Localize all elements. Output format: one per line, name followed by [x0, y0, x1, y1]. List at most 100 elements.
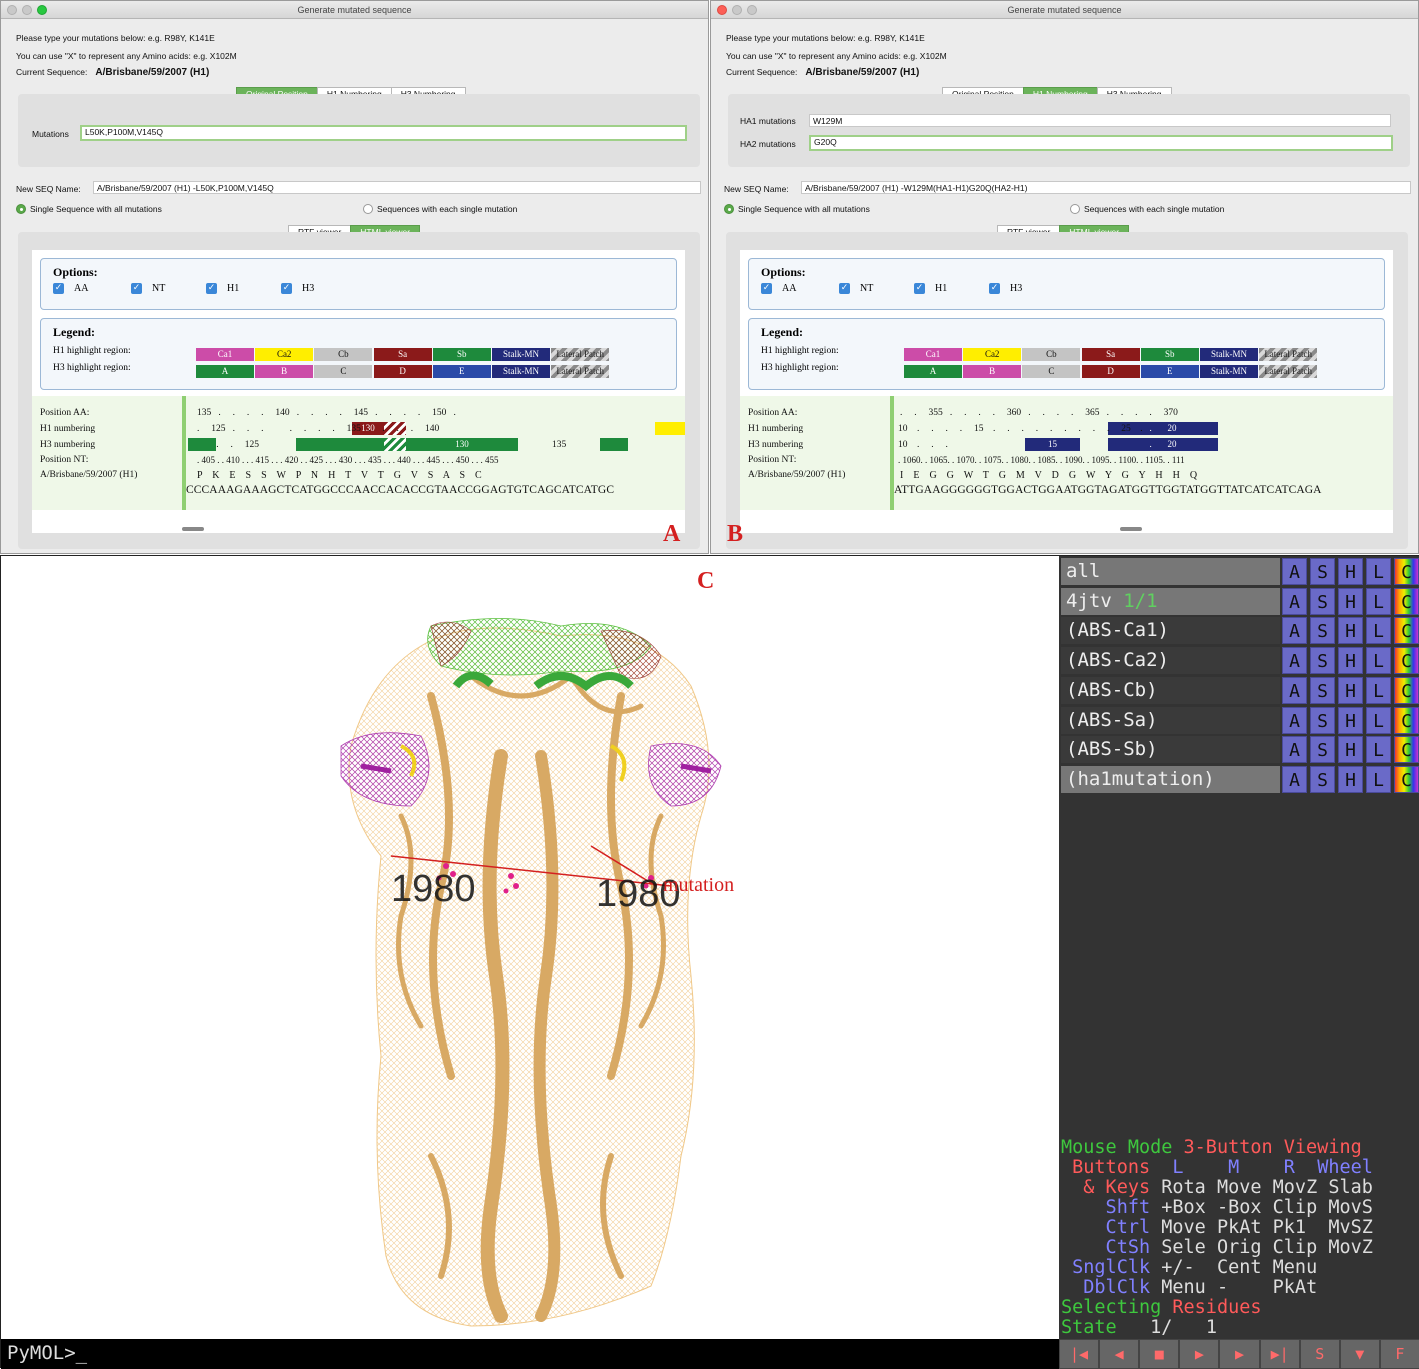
object-button-c[interactable]: C	[1394, 617, 1419, 645]
option-nt[interactable]: ✓ NT	[131, 283, 165, 294]
object-row[interactable]: (ABS-Sb) ASHLC	[1061, 736, 1419, 764]
object-button-c[interactable]: C	[1394, 765, 1419, 793]
legend-swatch-stalk-mn: Stalk-MN	[492, 348, 550, 361]
object-button-s[interactable]: S	[1310, 617, 1335, 645]
object-button-h[interactable]: H	[1338, 558, 1363, 585]
object-button-a[interactable]: A	[1282, 587, 1307, 615]
playback-button-8[interactable]: F	[1379, 1339, 1419, 1369]
object-button-s[interactable]: S	[1310, 558, 1335, 585]
object-button-h[interactable]: H	[1338, 617, 1363, 645]
h3-numbering-row: . . 125	[202, 440, 259, 450]
ha1-mutations-label: HA1 mutations	[740, 116, 796, 126]
object-button-l[interactable]: L	[1366, 558, 1391, 585]
object-name[interactable]: (ABS-Ca2)	[1061, 647, 1280, 675]
object-button-h[interactable]: H	[1338, 706, 1363, 734]
radio-single-sequence[interactable]: Single Sequence with all mutations	[724, 204, 870, 214]
radio-each-mutation[interactable]: Sequences with each single mutation	[363, 204, 517, 214]
object-button-h[interactable]: H	[1338, 587, 1363, 615]
ha2-mutations-input[interactable]: G20Q	[809, 135, 1393, 151]
playback-button-5[interactable]: ▶|	[1259, 1339, 1300, 1369]
object-name[interactable]: (ABS-Sa)	[1061, 706, 1280, 734]
object-button-l[interactable]: L	[1366, 647, 1391, 675]
option-aa[interactable]: ✓ AA	[53, 283, 88, 294]
object-button-l[interactable]: L	[1366, 765, 1391, 793]
object-row[interactable]: (ABS-Ca1) ASHLC	[1061, 617, 1419, 645]
object-button-l[interactable]: L	[1366, 736, 1391, 764]
object-name[interactable]: (ABS-Ca1)	[1061, 617, 1280, 645]
object-button-c[interactable]: C	[1394, 706, 1419, 734]
object-button-a[interactable]: A	[1282, 676, 1307, 704]
object-button-l[interactable]: L	[1366, 676, 1391, 704]
object-button-a[interactable]: A	[1282, 736, 1307, 764]
radio-single-sequence[interactable]: Single Sequence with all mutations	[16, 204, 162, 214]
playback-button-2[interactable]: ■	[1139, 1339, 1180, 1369]
playback-button-6[interactable]: S	[1299, 1339, 1340, 1369]
object-button-s[interactable]: S	[1310, 736, 1335, 764]
object-button-s[interactable]: S	[1310, 676, 1335, 704]
object-name[interactable]: 4jtv 1/1	[1061, 587, 1280, 615]
new-seq-name-input[interactable]: A/Brisbane/59/2007 (H1) -W129M(HA1-H1)G2…	[801, 181, 1411, 194]
object-button-l[interactable]: L	[1366, 706, 1391, 734]
object-row[interactable]: 4jtv 1/1 A S H L C	[1061, 587, 1419, 615]
object-row[interactable]: (ha1mutation) ASHLC	[1061, 765, 1419, 793]
object-button-l[interactable]: L	[1366, 587, 1391, 615]
object-button-c[interactable]: C	[1394, 676, 1419, 704]
minimize-button[interactable]	[732, 5, 742, 15]
object-row[interactable]: (ABS-Ca2) ASHLC	[1061, 647, 1419, 675]
option-h3[interactable]: ✓ H3	[989, 283, 1022, 294]
label-position-aa: Position AA:	[748, 408, 798, 418]
zoom-button[interactable]	[747, 5, 757, 15]
object-row[interactable]: all ASHLC	[1061, 558, 1419, 585]
zoom-button[interactable]	[37, 5, 47, 15]
close-button[interactable]	[717, 5, 727, 15]
object-button-a[interactable]: A	[1282, 706, 1307, 734]
object-button-c[interactable]: C	[1394, 558, 1419, 585]
object-button-h[interactable]: H	[1338, 647, 1363, 675]
scroll-handle[interactable]	[182, 527, 204, 531]
object-button-s[interactable]: S	[1310, 765, 1335, 793]
object-button-h[interactable]: H	[1338, 736, 1363, 764]
option-h3[interactable]: ✓ H3	[281, 283, 314, 294]
checkbox-checked-icon: ✓	[761, 283, 772, 294]
playback-button-4[interactable]: ▶	[1219, 1339, 1260, 1369]
molecule-viewport[interactable]: C 1980 1980 mutation	[1, 556, 1059, 1339]
playback-button-3[interactable]: ▶	[1179, 1339, 1220, 1369]
option-aa[interactable]: ✓ AA	[761, 283, 796, 294]
object-button-a[interactable]: A	[1282, 558, 1307, 585]
object-button-c[interactable]: C	[1394, 736, 1419, 764]
option-h1[interactable]: ✓ H1	[914, 283, 947, 294]
radio-off-icon	[1070, 204, 1080, 214]
legend-swatch-lateral-patch: Lateral Patch	[551, 348, 610, 361]
playback-button-7[interactable]: ▼	[1339, 1339, 1380, 1369]
close-button[interactable]	[7, 5, 17, 15]
radio-each-mutation[interactable]: Sequences with each single mutation	[1070, 204, 1224, 214]
playback-button-1[interactable]: ◀	[1099, 1339, 1140, 1369]
object-name[interactable]: all	[1061, 558, 1280, 585]
playback-button-0[interactable]: |◀	[1059, 1339, 1100, 1369]
object-button-a[interactable]: A	[1282, 647, 1307, 675]
object-button-s[interactable]: S	[1310, 587, 1335, 615]
object-name[interactable]: (ABS-Sb)	[1061, 736, 1280, 764]
object-button-l[interactable]: L	[1366, 617, 1391, 645]
scroll-handle[interactable]	[1120, 527, 1142, 531]
pymol-command-line[interactable]: PyMOL>_	[1, 1339, 1059, 1369]
ha1-mutations-input[interactable]: W129M	[809, 114, 1391, 127]
object-button-h[interactable]: H	[1338, 765, 1363, 793]
object-button-s[interactable]: S	[1310, 647, 1335, 675]
viewer-box: Options: ✓ AA ✓ NT ✓ H1 ✓ H3 Legend: H1 high…	[18, 232, 700, 549]
object-name[interactable]: (ha1mutation)	[1061, 765, 1280, 793]
object-button-c[interactable]: C	[1394, 647, 1419, 675]
object-button-c[interactable]: C	[1394, 587, 1419, 615]
option-h1[interactable]: ✓ H1	[206, 283, 239, 294]
object-button-a[interactable]: A	[1282, 617, 1307, 645]
mutations-input[interactable]: L50K,P100M,V145Q	[80, 125, 687, 141]
minimize-button[interactable]	[22, 5, 32, 15]
object-button-s[interactable]: S	[1310, 706, 1335, 734]
object-name[interactable]: (ABS-Cb)	[1061, 676, 1280, 704]
new-seq-name-input[interactable]: A/Brisbane/59/2007 (H1) -L50K,P100M,V145…	[93, 181, 701, 194]
object-row[interactable]: (ABS-Cb) ASHLC	[1061, 676, 1419, 704]
option-nt[interactable]: ✓ NT	[839, 283, 873, 294]
object-button-a[interactable]: A	[1282, 765, 1307, 793]
object-row[interactable]: (ABS-Sa) ASHLC	[1061, 706, 1419, 734]
object-button-h[interactable]: H	[1338, 676, 1363, 704]
